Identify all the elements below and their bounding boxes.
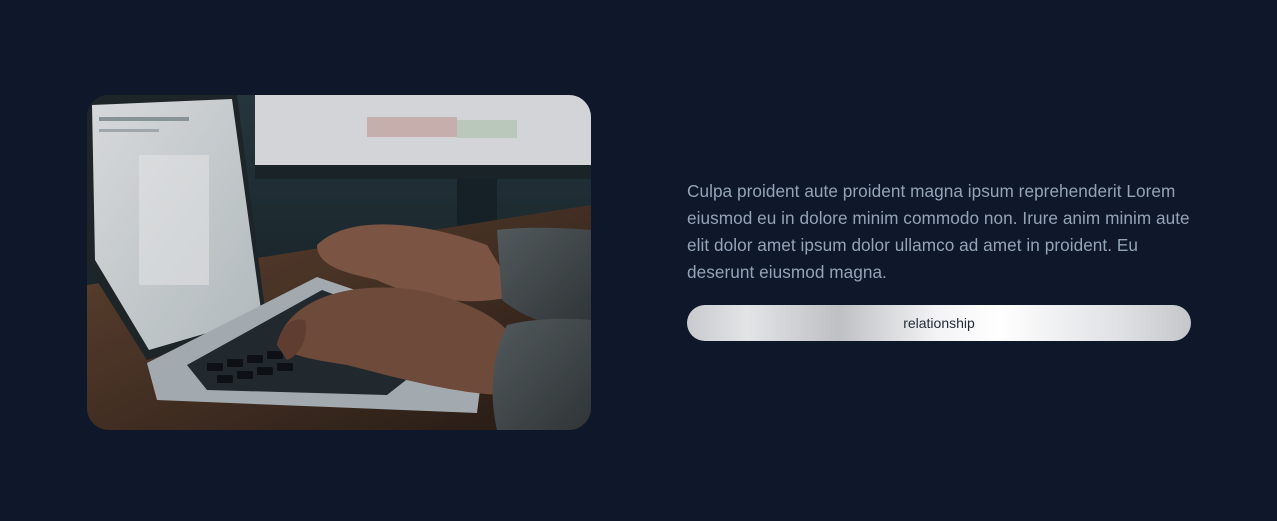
feature-section: Culpa proident aute proident magna ipsum… [0, 0, 1277, 521]
relationship-button[interactable]: relationship [687, 305, 1191, 341]
laptop-typing-illustration [87, 95, 591, 430]
feature-content: Culpa proident aute proident magna ipsum… [687, 178, 1191, 341]
feature-image [87, 95, 591, 430]
feature-description: Culpa proident aute proident magna ipsum… [687, 181, 1190, 282]
